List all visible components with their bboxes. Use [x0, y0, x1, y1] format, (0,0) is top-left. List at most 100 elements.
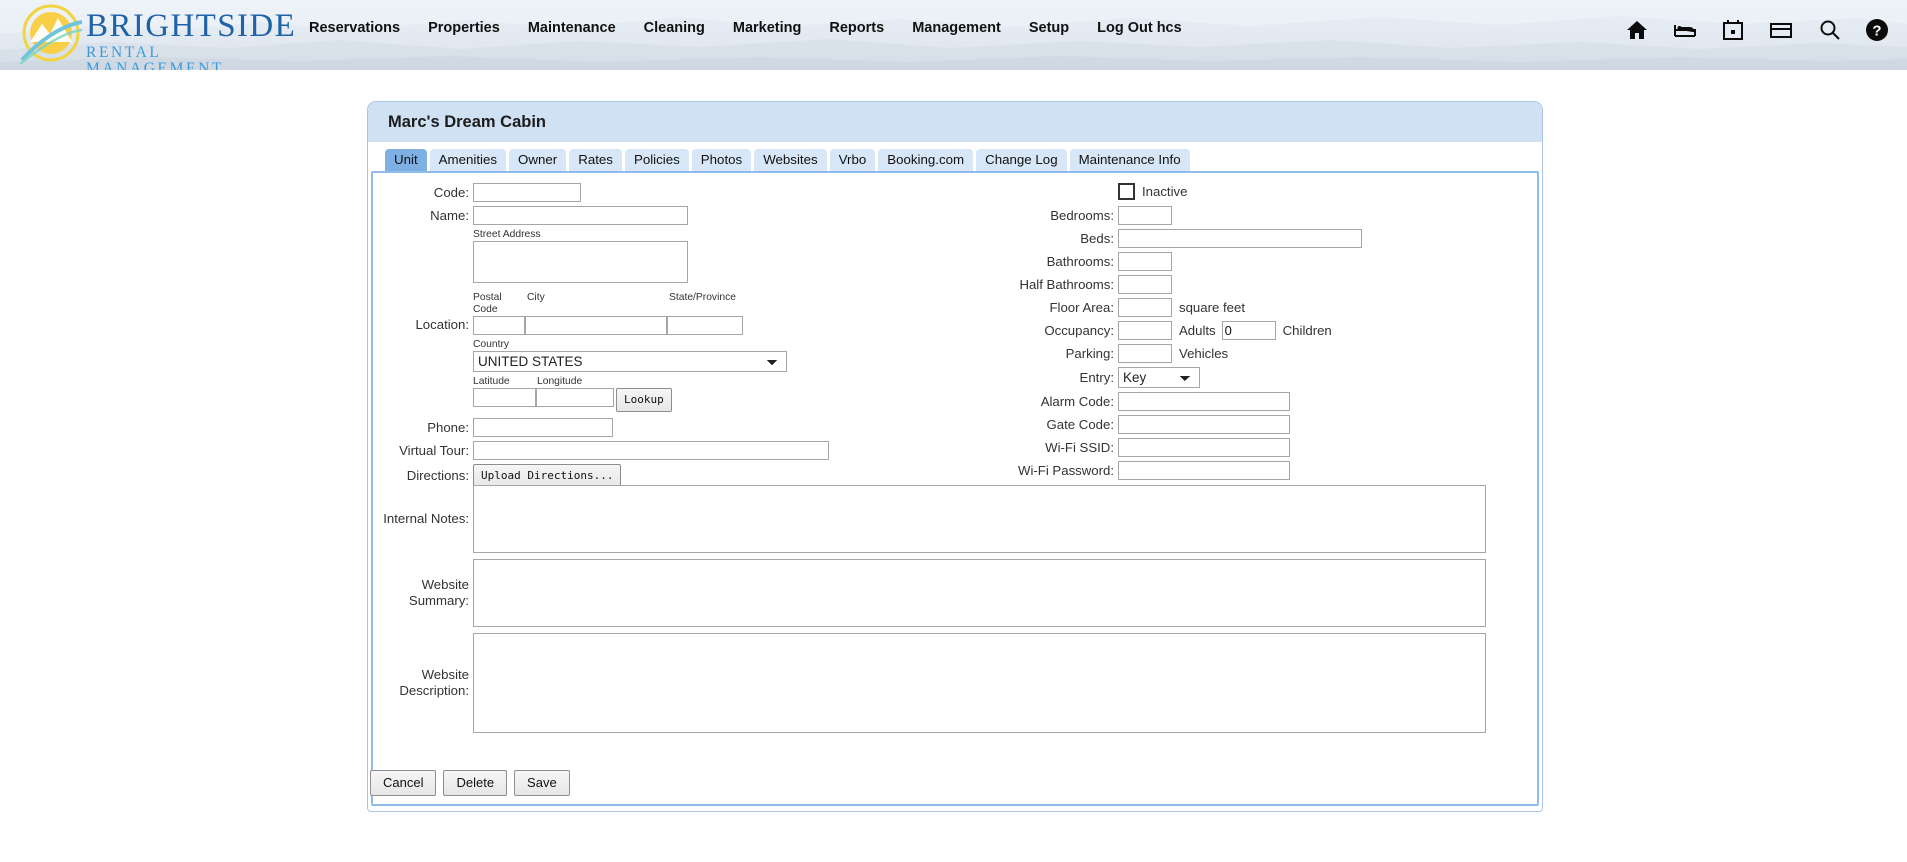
- half-bathrooms-row: Half Bathrooms:: [993, 275, 1533, 294]
- tab-rates[interactable]: Rates: [569, 149, 622, 171]
- bedrooms-label: Bedrooms:: [1050, 207, 1114, 223]
- nav-marketing[interactable]: Marketing: [719, 20, 816, 36]
- beds-label: Beds:: [1080, 230, 1114, 246]
- tab-websites[interactable]: Websites: [754, 149, 827, 171]
- nav-cleaning[interactable]: Cleaning: [630, 20, 719, 36]
- virtual-tour-row: Virtual Tour:: [373, 441, 993, 460]
- latitude-input[interactable]: [473, 388, 536, 407]
- code-input[interactable]: [473, 183, 581, 202]
- bedrooms-row: Bedrooms:: [993, 206, 1533, 225]
- street-address-textarea[interactable]: [473, 241, 688, 283]
- longitude-input[interactable]: [536, 388, 614, 407]
- occupancy-children-input[interactable]: [1221, 321, 1276, 340]
- brand-wordmark: BRIGHTSIDE RENTAL MANAGEMENT: [86, 8, 297, 71]
- code-row: Code:: [373, 183, 993, 202]
- beds-row: Beds:: [993, 229, 1533, 248]
- help-icon[interactable]: ?: [1865, 18, 1889, 42]
- inactive-checkbox[interactable]: [1118, 183, 1135, 200]
- unit-notes-section: Internal Notes: Website Summary: Website…: [373, 485, 1537, 737]
- calendar-icon[interactable]: [1721, 18, 1745, 42]
- half-bathrooms-input[interactable]: [1118, 275, 1172, 294]
- alarm-code-input[interactable]: [1118, 392, 1290, 411]
- street-address-row: Street Address: [373, 229, 993, 288]
- main-navigation: Reservations Properties Maintenance Clea…: [295, 20, 1196, 36]
- bathrooms-input[interactable]: [1118, 252, 1172, 271]
- floor-area-row: Floor Area: square feet: [993, 298, 1533, 317]
- tab-vrbo[interactable]: Vrbo: [829, 149, 876, 171]
- search-icon[interactable]: [1817, 18, 1841, 42]
- code-label: Code:: [433, 184, 469, 200]
- directions-label: Directions:: [406, 468, 469, 483]
- tab-booking-com[interactable]: Booking.com: [878, 149, 974, 171]
- half-bathrooms-label: Half Bathrooms:: [1019, 276, 1114, 292]
- brand-logo[interactable]: BRIGHTSIDE RENTAL MANAGEMENT: [8, 0, 297, 71]
- website-summary-row: Website Summary:: [373, 559, 1537, 627]
- cancel-button[interactable]: Cancel: [370, 770, 437, 796]
- tab-amenities[interactable]: Amenities: [429, 149, 507, 171]
- wifi-ssid-input[interactable]: [1118, 438, 1290, 457]
- entry-label: Entry:: [1079, 369, 1114, 385]
- city-input[interactable]: [525, 316, 667, 335]
- parking-input[interactable]: [1118, 344, 1172, 363]
- wifi-password-input[interactable]: [1118, 461, 1290, 480]
- wifi-password-row: Wi-Fi Password:: [993, 461, 1533, 480]
- entry-select[interactable]: Key: [1118, 367, 1200, 388]
- street-address-label: Street Address: [473, 229, 541, 240]
- tab-change-log[interactable]: Change Log: [976, 149, 1067, 171]
- internal-notes-textarea[interactable]: [473, 485, 1486, 553]
- nav-properties[interactable]: Properties: [414, 20, 514, 36]
- internal-notes-label: Internal Notes:: [383, 511, 469, 526]
- name-input[interactable]: [473, 206, 688, 225]
- home-icon[interactable]: [1625, 18, 1649, 42]
- tab-unit[interactable]: Unit: [385, 149, 427, 171]
- beds-input[interactable]: [1118, 229, 1362, 248]
- adults-unit-label: Adults: [1179, 323, 1216, 338]
- tab-maintenance-info[interactable]: Maintenance Info: [1069, 149, 1190, 171]
- website-summary-textarea[interactable]: [473, 559, 1486, 627]
- website-description-label-line2: Description:: [399, 683, 469, 698]
- children-unit-label: Children: [1282, 323, 1332, 338]
- gate-code-input[interactable]: [1118, 415, 1290, 434]
- sun-mountain-logo-icon: [20, 4, 82, 64]
- gate-code-label: Gate Code:: [1046, 416, 1114, 432]
- nav-maintenance[interactable]: Maintenance: [514, 20, 630, 36]
- tab-owner[interactable]: Owner: [509, 149, 567, 171]
- bathrooms-row: Bathrooms:: [993, 252, 1533, 271]
- nav-management[interactable]: Management: [898, 20, 1015, 36]
- country-label: Country: [473, 339, 510, 350]
- alarm-code-row: Alarm Code:: [993, 392, 1533, 411]
- brand-name: BRIGHTSIDE: [86, 8, 297, 44]
- unit-tab-content: Code: Name: Street Address Location: Pos…: [371, 171, 1539, 806]
- entry-row: Entry: Key: [993, 367, 1533, 388]
- postal-code-label: Postal Code: [473, 292, 502, 315]
- tab-photos[interactable]: Photos: [691, 149, 752, 171]
- bedrooms-input[interactable]: [1118, 206, 1172, 225]
- nav-reservations[interactable]: Reservations: [295, 20, 414, 36]
- internal-notes-row: Internal Notes:: [373, 485, 1537, 553]
- lookup-button[interactable]: Lookup: [616, 388, 672, 412]
- floor-area-input[interactable]: [1118, 298, 1172, 317]
- city-label: City: [527, 292, 545, 303]
- tab-policies[interactable]: Policies: [624, 149, 689, 171]
- bed-icon[interactable]: [1673, 18, 1697, 42]
- inactive-row: Inactive: [993, 183, 1533, 200]
- nav-setup[interactable]: Setup: [1015, 20, 1083, 36]
- header-icon-bar: ?: [1625, 18, 1889, 42]
- state-province-input[interactable]: [667, 316, 743, 335]
- website-description-textarea[interactable]: [473, 633, 1486, 733]
- postal-code-input[interactable]: [473, 316, 525, 335]
- country-select[interactable]: UNITED STATES: [473, 351, 787, 372]
- credit-card-icon[interactable]: [1769, 18, 1793, 42]
- name-label: Name:: [430, 207, 469, 223]
- phone-input[interactable]: [473, 418, 613, 437]
- nav-log-out[interactable]: Log Out hcs: [1083, 20, 1196, 36]
- delete-button[interactable]: Delete: [443, 770, 508, 796]
- website-description-label: Website Description:: [373, 667, 473, 699]
- save-button[interactable]: Save: [514, 770, 570, 796]
- occupancy-adults-input[interactable]: [1118, 321, 1172, 340]
- unit-panel: Marc's Dream Cabin Unit Amenities Owner …: [367, 101, 1543, 812]
- location-label: Location:: [415, 317, 469, 332]
- nav-reports[interactable]: Reports: [815, 20, 898, 36]
- tab-bar: Unit Amenities Owner Rates Policies Phot…: [368, 142, 1542, 171]
- virtual-tour-input[interactable]: [473, 441, 829, 460]
